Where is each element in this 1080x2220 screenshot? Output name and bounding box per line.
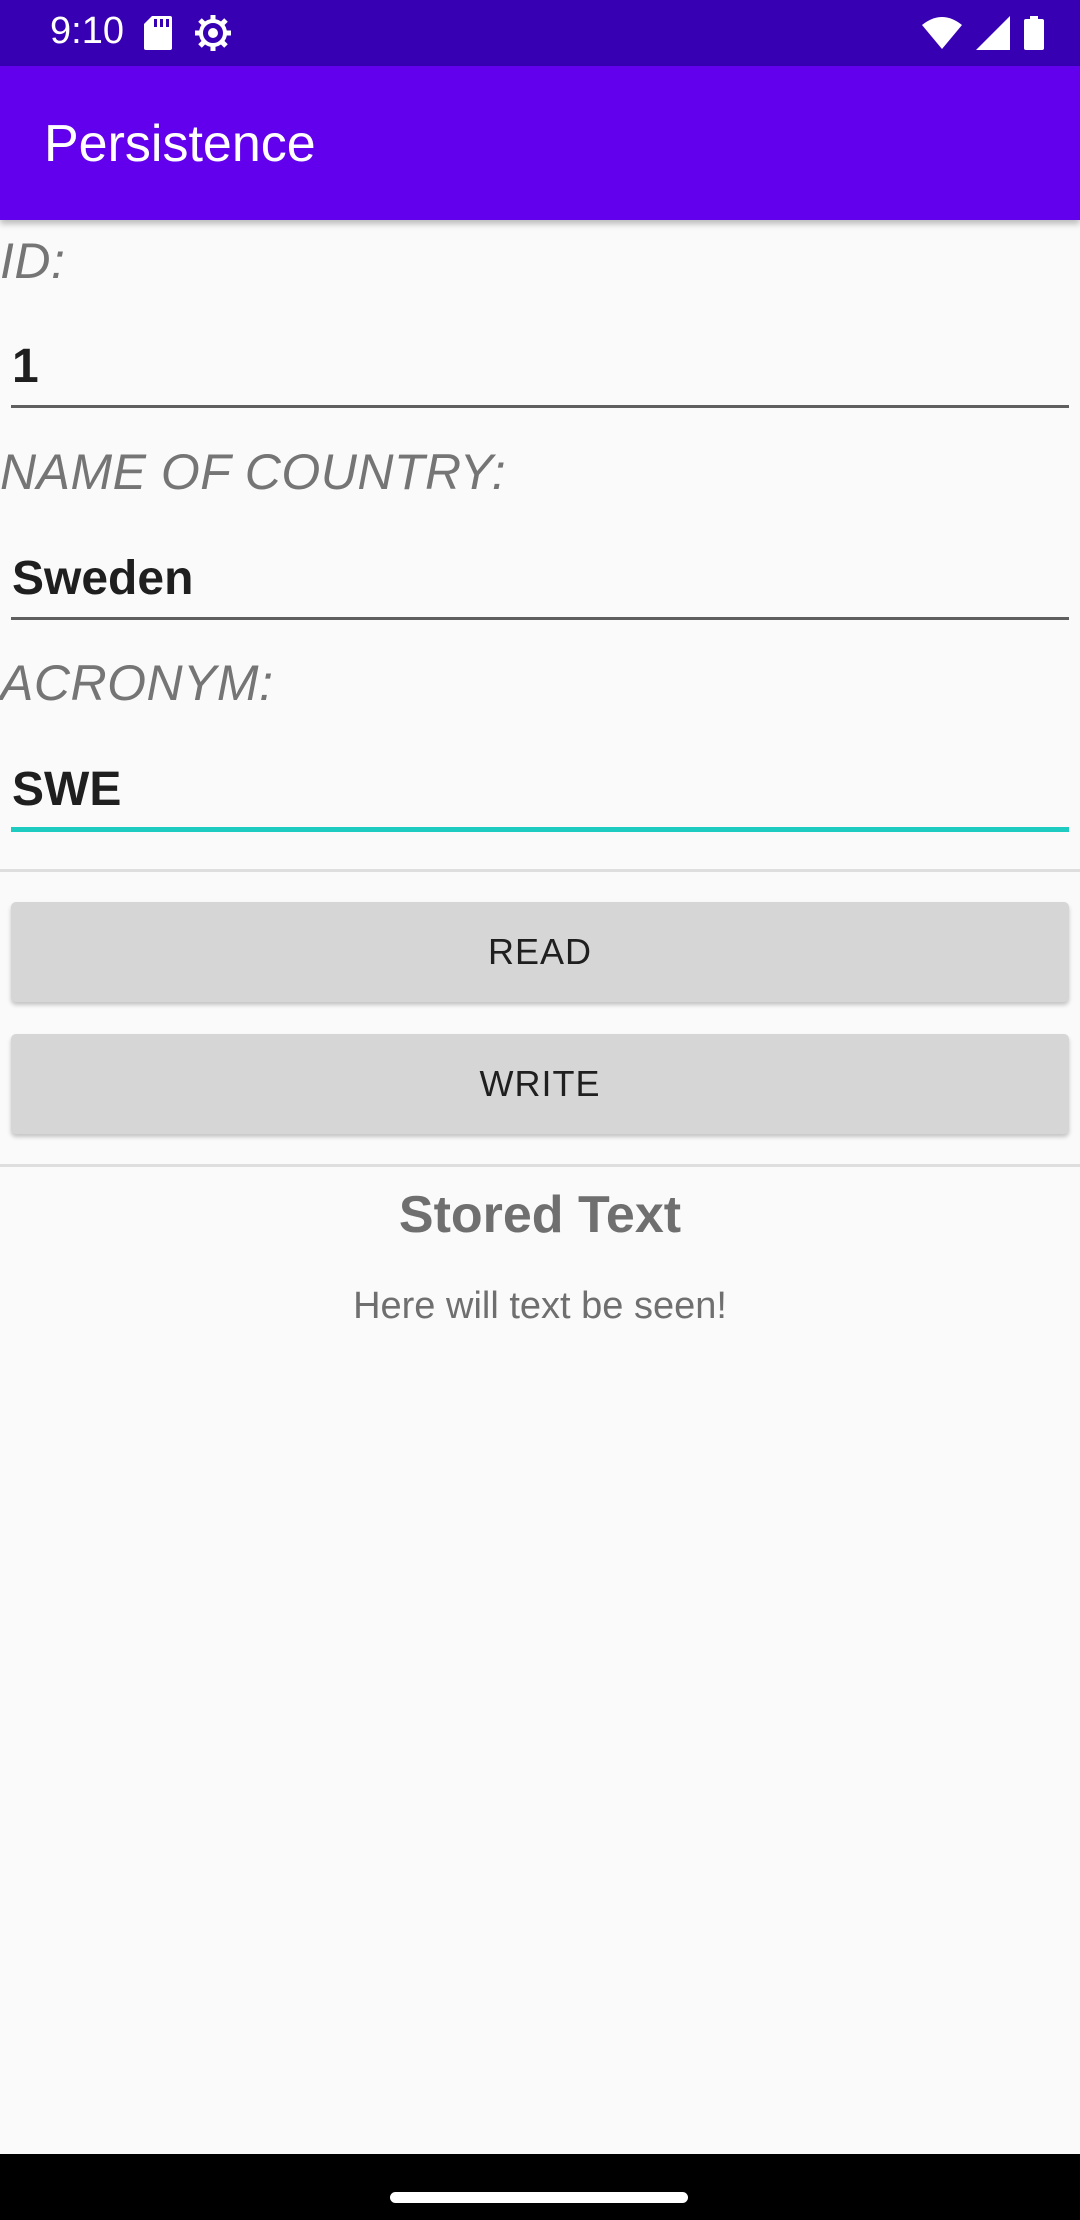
acronym-label: ACRONYM:: [0, 655, 274, 711]
country-field[interactable]: [11, 540, 1069, 620]
stored-body: Here will text be seen!: [353, 1285, 727, 1327]
stored-title: Stored Text: [398, 1186, 682, 1244]
status-right-icons: [922, 14, 1044, 52]
write-button[interactable]: WRITE: [11, 1034, 1069, 1134]
country-label: NAME OF COUNTRY:: [0, 444, 507, 500]
divider-bottom: [0, 1164, 1080, 1167]
app-title: Persistence: [44, 115, 316, 173]
divider-top: [0, 869, 1080, 872]
status-time: 9:10: [50, 10, 124, 52]
signal-icon: [976, 16, 1010, 50]
battery-icon: [1024, 16, 1044, 50]
navigation-bar: [0, 2154, 1080, 2220]
wifi-icon: [922, 17, 962, 49]
app-bar: Persistence: [0, 66, 1080, 220]
home-handle[interactable]: [390, 2192, 688, 2203]
id-field[interactable]: [11, 328, 1069, 408]
status-bar: 9:10: [0, 0, 1080, 66]
settings-icon: [195, 15, 231, 51]
id-label: ID:: [0, 233, 66, 289]
status-left-icons: [144, 14, 232, 52]
acronym-field[interactable]: [11, 752, 1069, 832]
sd-card-icon: [144, 16, 172, 50]
read-button[interactable]: READ: [11, 902, 1069, 1002]
